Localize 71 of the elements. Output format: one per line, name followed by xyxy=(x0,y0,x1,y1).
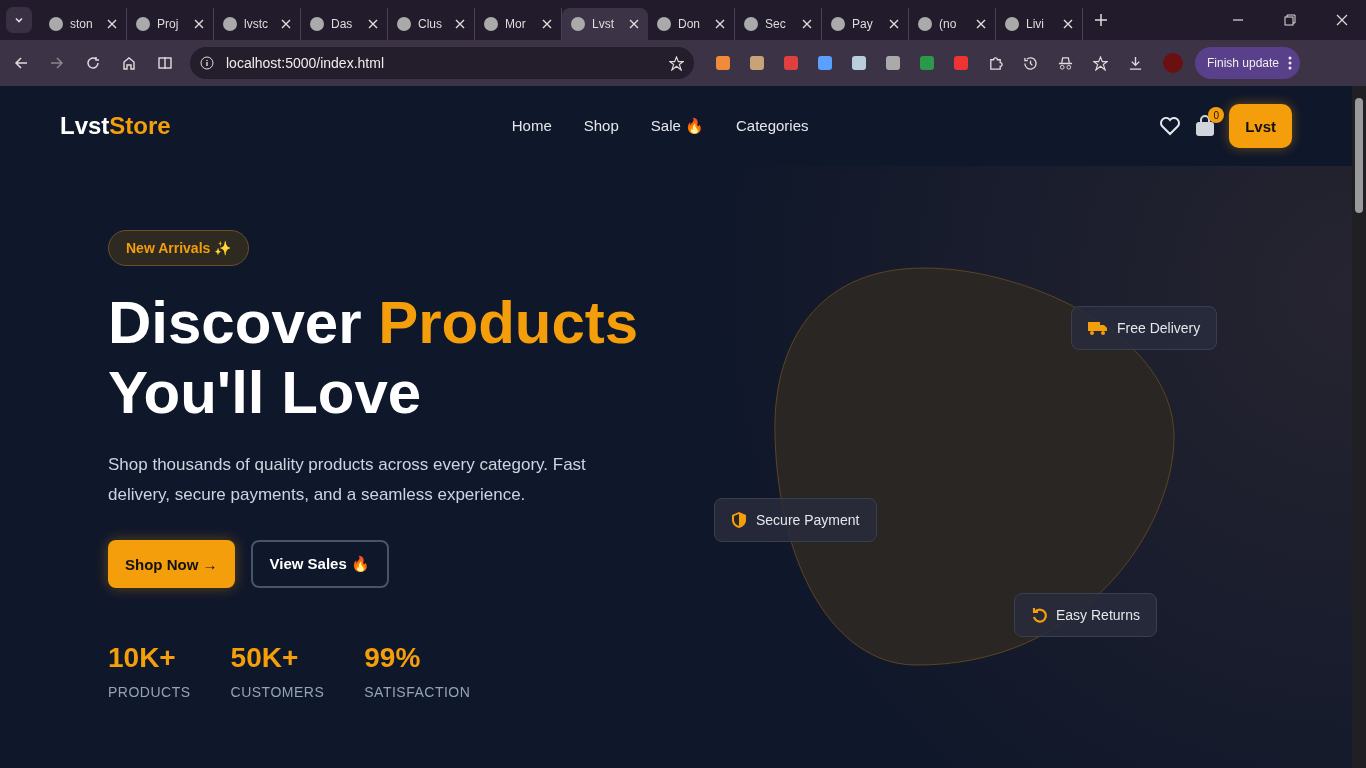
close-icon[interactable] xyxy=(889,19,899,29)
favicon-icon xyxy=(831,17,845,31)
restore-icon[interactable] xyxy=(1284,14,1296,26)
favicon-icon xyxy=(571,17,585,31)
favicon-icon xyxy=(310,17,324,31)
feature-chip: Easy Returns xyxy=(1014,593,1158,637)
favicon-icon xyxy=(136,17,150,31)
favicon-icon xyxy=(49,17,63,31)
favicon-icon xyxy=(484,17,498,31)
favicon-icon xyxy=(223,17,237,31)
back-icon[interactable] xyxy=(14,56,28,70)
favicon-icon xyxy=(657,17,671,31)
close-icon[interactable] xyxy=(976,19,986,29)
new-arrivals-badge: New Arrivals ✨ xyxy=(108,230,250,266)
truck-icon xyxy=(1088,320,1108,336)
finish-update-button[interactable]: Finish update xyxy=(1195,47,1301,79)
stat-label: SATISFACTION xyxy=(364,684,471,700)
reload-icon[interactable] xyxy=(86,56,100,70)
close-icon[interactable] xyxy=(1336,14,1348,26)
favicon-icon xyxy=(918,17,932,31)
nav-link[interactable]: Sale 🔥 xyxy=(650,117,704,135)
close-icon[interactable] xyxy=(1063,19,1073,29)
view-sales-button[interactable]: View Sales 🔥 xyxy=(250,540,389,588)
shop-now-button[interactable]: Shop Now → xyxy=(108,540,235,588)
favicon-icon xyxy=(744,17,758,31)
tab-list-button[interactable] xyxy=(6,7,32,33)
cart-count-badge: 0 xyxy=(1208,107,1225,123)
feature-chip: Free Delivery xyxy=(1071,306,1218,350)
stat-label: PRODUCTS xyxy=(108,684,191,700)
download-icon[interactable] xyxy=(1128,55,1143,71)
bookmark-star-icon[interactable] xyxy=(669,55,684,71)
puzzle-icon[interactable] xyxy=(988,55,1003,71)
close-icon[interactable] xyxy=(281,19,291,29)
browser-tab[interactable]: Lvst xyxy=(562,8,648,40)
stat-value: 50K+ xyxy=(230,642,300,674)
shopping-bag-icon[interactable] xyxy=(1195,115,1216,137)
undo-icon xyxy=(1031,607,1047,623)
hero-heading: Discover Products You'll Love xyxy=(108,288,639,428)
new-tab-icon[interactable] xyxy=(1095,14,1107,26)
nav-link[interactable]: Home xyxy=(511,117,552,135)
history-icon[interactable] xyxy=(1023,55,1038,71)
nav-link[interactable]: Shop xyxy=(583,117,619,135)
hero-description: Shop thousands of quality products across every category. Fast delivery, secure payments, and a seamless experience. xyxy=(108,454,587,506)
stat-value: 10K+ xyxy=(108,642,177,674)
heart-icon[interactable] xyxy=(1159,116,1182,136)
close-icon[interactable] xyxy=(715,19,725,29)
home-icon[interactable] xyxy=(122,56,136,70)
close-icon[interactable] xyxy=(542,19,552,29)
store-logo[interactable]: LvstStore xyxy=(60,112,171,140)
feature-chip: Secure Payment xyxy=(714,498,877,542)
close-icon[interactable] xyxy=(629,19,639,29)
close-icon[interactable] xyxy=(107,19,117,29)
info-icon[interactable] xyxy=(200,56,214,70)
account-button[interactable]: Lvst xyxy=(1229,104,1292,148)
favorites-icon[interactable] xyxy=(1093,55,1108,71)
stat-value: 99% xyxy=(364,642,422,674)
more-menu-icon xyxy=(1288,56,1293,71)
favicon-icon xyxy=(397,17,411,31)
incognito-icon[interactable] xyxy=(1058,55,1073,71)
address-bar[interactable]: localhost:5000/index.html xyxy=(190,47,694,79)
split-view-icon[interactable] xyxy=(158,56,172,70)
close-icon[interactable] xyxy=(802,19,812,29)
close-icon[interactable] xyxy=(368,19,378,29)
forward-icon[interactable] xyxy=(50,56,64,70)
close-icon[interactable] xyxy=(194,19,204,29)
close-icon[interactable] xyxy=(455,19,465,29)
nav-link[interactable]: Categories xyxy=(736,117,809,135)
scrollbar[interactable] xyxy=(1352,86,1366,768)
stat-label: CUSTOMERS xyxy=(230,684,325,700)
favicon-icon xyxy=(1005,17,1019,31)
shield-icon xyxy=(731,511,747,529)
